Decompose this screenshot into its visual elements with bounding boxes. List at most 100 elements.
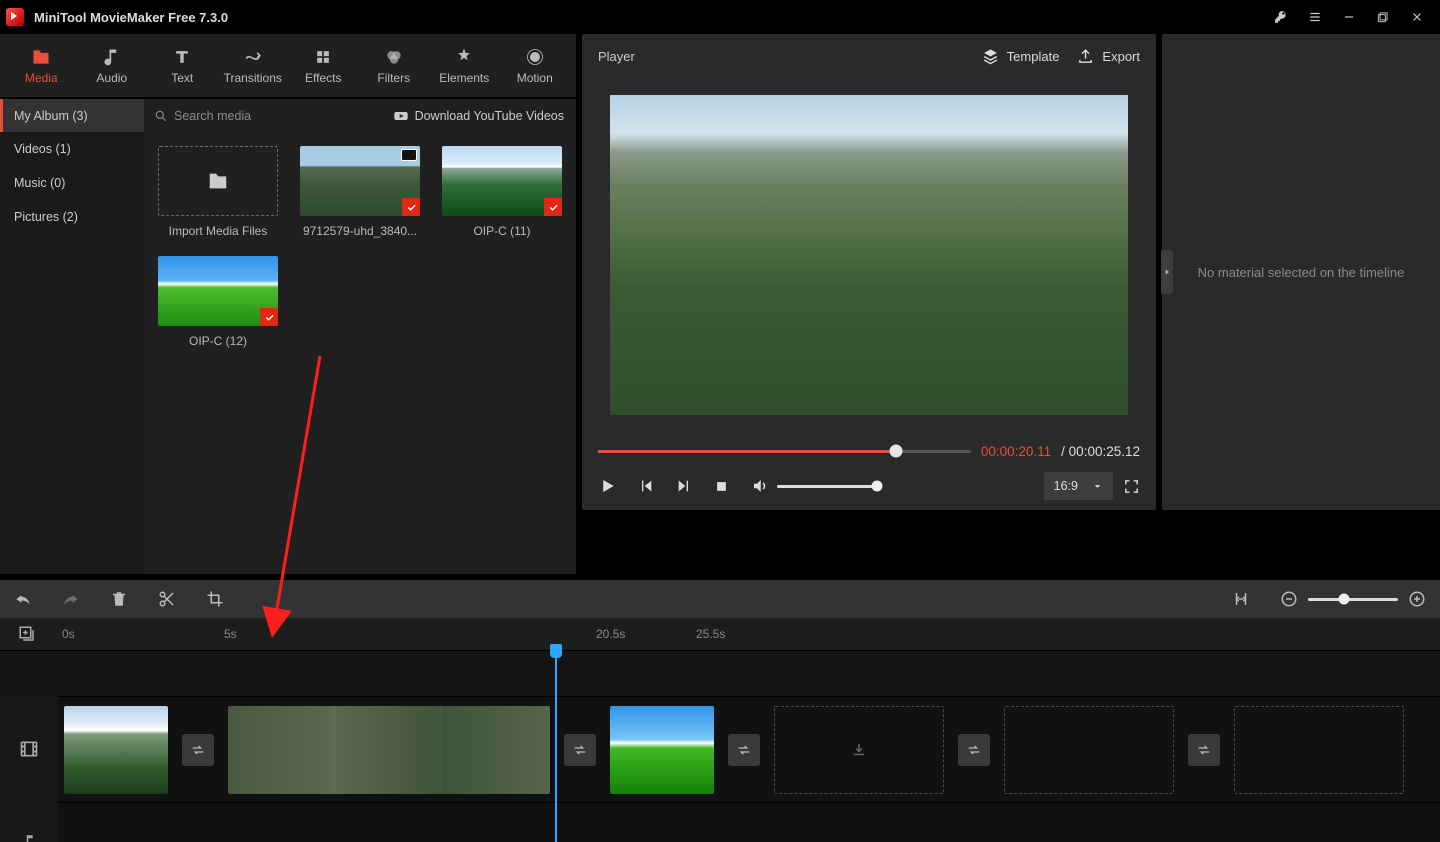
minimize-icon[interactable] — [1332, 0, 1366, 34]
ruler-tick: 5s — [224, 627, 237, 641]
download-youtube-button[interactable]: Download YouTube Videos — [381, 108, 576, 124]
timeline-tracks — [0, 650, 1440, 842]
check-icon — [402, 198, 420, 216]
folder-icon — [31, 47, 51, 67]
stop-button[interactable] — [714, 479, 729, 494]
clip-2[interactable] — [228, 706, 550, 794]
tab-elements[interactable]: Elements — [429, 34, 500, 97]
check-icon — [544, 198, 562, 216]
ruler-tick: 25.5s — [696, 627, 725, 641]
youtube-icon — [393, 108, 409, 124]
volume-slider[interactable] — [777, 485, 877, 488]
video-track[interactable] — [0, 696, 1440, 802]
fullscreen-button[interactable] — [1123, 478, 1140, 495]
transition-slot[interactable] — [564, 734, 596, 766]
crop-button[interactable] — [206, 590, 224, 608]
app-logo — [6, 8, 24, 26]
media-item-picture-1[interactable]: OIP-C (11) — [442, 146, 562, 238]
volume-icon[interactable] — [751, 477, 769, 495]
tab-label: Motion — [517, 71, 553, 85]
drop-slot[interactable] — [1004, 706, 1174, 794]
add-track-button[interactable] — [18, 625, 36, 643]
menu-icon[interactable] — [1298, 0, 1332, 34]
transition-slot[interactable] — [958, 734, 990, 766]
folder-icon — [207, 170, 229, 192]
music-icon — [20, 833, 38, 842]
split-button[interactable] — [158, 590, 176, 608]
preview-area[interactable] — [582, 78, 1156, 440]
aspect-value: 16:9 — [1054, 479, 1078, 493]
export-button[interactable]: Export — [1077, 48, 1140, 65]
tab-motion[interactable]: Motion — [500, 34, 571, 97]
fit-button[interactable] — [1232, 590, 1250, 608]
tab-effects[interactable]: Effects — [288, 34, 359, 97]
sidebar-item-label: Videos (1) — [14, 142, 71, 156]
tab-filters[interactable]: Filters — [359, 34, 430, 97]
module-tabs: Media Audio Text Transitions Effects Fil… — [0, 34, 576, 98]
playhead[interactable] — [555, 650, 557, 842]
undo-button[interactable] — [14, 590, 32, 608]
sidebar-item-videos[interactable]: Videos (1) — [0, 132, 144, 166]
transition-slot[interactable] — [1188, 734, 1220, 766]
seek-track[interactable] — [598, 450, 971, 453]
titlebar: MiniTool MovieMaker Free 7.3.0 — [0, 0, 1440, 34]
media-grid: Import Media Files 9712579-uhd_3840... O… — [144, 132, 576, 574]
zoom-out-button[interactable] — [1280, 590, 1298, 608]
play-button[interactable] — [598, 477, 616, 495]
tab-media[interactable]: Media — [6, 34, 77, 97]
prev-frame-button[interactable] — [638, 478, 654, 494]
drop-slot[interactable] — [1234, 706, 1404, 794]
time-current: 00:00:20.11 — [981, 444, 1051, 459]
drop-slot[interactable] — [774, 706, 944, 794]
audio-track[interactable] — [0, 802, 1440, 842]
tab-text[interactable]: Text — [147, 34, 218, 97]
close-icon[interactable] — [1400, 0, 1434, 34]
search-placeholder: Search media — [174, 109, 251, 123]
library-toolbar: My Album (3) Search media Download YouTu… — [0, 98, 576, 132]
aspect-ratio-select[interactable]: 16:9 — [1044, 472, 1113, 500]
media-library: My Album (3) Search media Download YouTu… — [0, 98, 576, 574]
tab-transitions[interactable]: Transitions — [218, 34, 289, 97]
time-total: 00:00:25.12 — [1069, 444, 1140, 459]
media-item-picture-2[interactable]: OIP-C (12) — [158, 256, 278, 348]
motion-icon — [525, 47, 545, 67]
next-frame-button[interactable] — [676, 478, 692, 494]
tab-label: Filters — [377, 71, 410, 85]
maximize-icon[interactable] — [1366, 0, 1400, 34]
music-icon — [102, 47, 122, 67]
sidebar-item-music[interactable]: Music (0) — [0, 166, 144, 200]
player-panel: Player Template Export 00:00:20.11 / 00:… — [582, 34, 1156, 510]
redo-button[interactable] — [62, 590, 80, 608]
media-item-video[interactable]: 9712579-uhd_3840... — [300, 146, 420, 238]
transitions-icon — [243, 47, 263, 67]
ruler-tick: 20.5s — [596, 627, 625, 641]
seek-bar[interactable]: 00:00:20.11 / 00:00:25.12 — [582, 440, 1156, 462]
tab-audio[interactable]: Audio — [77, 34, 148, 97]
film-icon — [19, 739, 39, 759]
clip-3[interactable] — [610, 706, 714, 794]
swap-icon — [736, 742, 752, 758]
transition-slot[interactable] — [728, 734, 760, 766]
tab-label: Media — [25, 71, 58, 85]
transition-slot[interactable] — [182, 734, 214, 766]
thumb-label: OIP-C (12) — [189, 334, 247, 348]
sidebar-item-pictures[interactable]: Pictures (2) — [0, 200, 144, 234]
effects-icon — [313, 47, 333, 67]
license-key-icon[interactable] — [1264, 0, 1298, 34]
search-input[interactable]: Search media — [144, 109, 381, 123]
thumb-label: OIP-C (11) — [473, 224, 530, 238]
seek-knob[interactable] — [890, 445, 903, 458]
panel-collapse-handle[interactable] — [1161, 250, 1173, 294]
video-badge-icon — [401, 149, 417, 161]
template-button[interactable]: Template — [982, 48, 1060, 65]
tab-label: Elements — [439, 71, 489, 85]
zoom-in-button[interactable] — [1408, 590, 1426, 608]
chevron-right-icon — [1163, 266, 1171, 278]
zoom-slider[interactable] — [1308, 598, 1398, 601]
timeline-ruler[interactable]: 0s 5s 20.5s 25.5s — [0, 618, 1440, 650]
sidebar-item-myalbum[interactable]: My Album (3) — [0, 99, 144, 132]
clip-1[interactable] — [64, 706, 168, 794]
empty-state-text: No material selected on the timeline — [1198, 265, 1405, 280]
delete-button[interactable] — [110, 590, 128, 608]
import-media-button[interactable]: Import Media Files — [158, 146, 278, 238]
